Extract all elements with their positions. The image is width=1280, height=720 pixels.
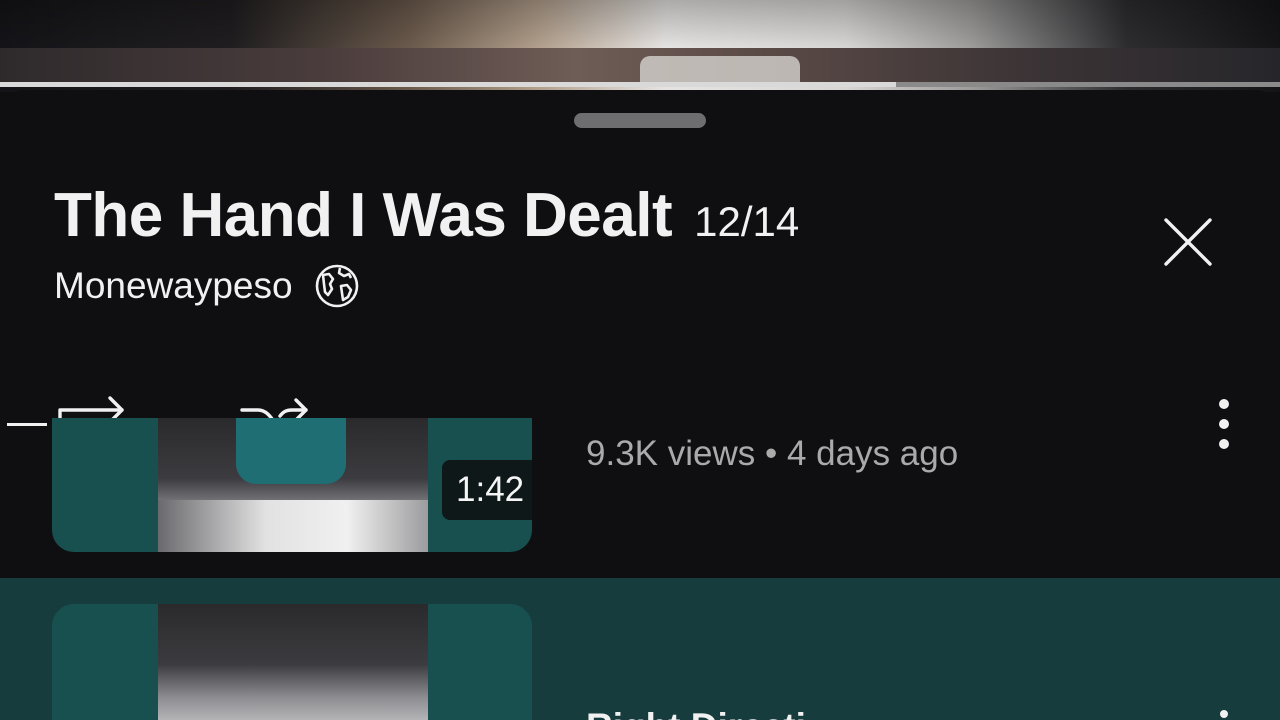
playlist-position: 12/14	[694, 198, 800, 245]
sheet-drag-handle[interactable]	[574, 113, 706, 128]
channel-name[interactable]: Monewaypeso	[54, 265, 293, 307]
thumbnail-figure	[236, 418, 346, 484]
more-vert-icon	[1220, 710, 1228, 718]
app-root: The Hand I Was Dealt 12/14 Monewaypeso 1…	[0, 0, 1280, 720]
video-progress-fill	[0, 82, 896, 87]
duration-badge: 1:42	[442, 460, 532, 520]
item-more-button[interactable]	[1212, 706, 1236, 720]
playlist-title: The Hand I Was Dealt	[54, 181, 673, 250]
playlist-item[interactable]: Right Directi	[0, 578, 1280, 720]
close-icon	[1164, 218, 1212, 266]
thumbnail-image	[158, 418, 428, 552]
globe-icon	[313, 262, 361, 310]
video-thumbnail[interactable]	[52, 604, 532, 720]
video-shade	[0, 0, 1280, 48]
thumbnail-cards	[158, 500, 428, 552]
video-title[interactable]: Right Directi	[586, 706, 806, 720]
close-button[interactable]	[1158, 212, 1218, 272]
playlist-header: The Hand I Was Dealt 12/14	[54, 180, 799, 251]
playlist-item[interactable]: 1:42 9.3K views • 4 days ago	[0, 418, 1280, 568]
video-meta: 9.3K views • 4 days ago	[586, 434, 959, 473]
channel-row: Monewaypeso	[54, 262, 361, 310]
thumbnail-image	[158, 604, 428, 720]
video-thumbnail[interactable]: 1:42	[52, 418, 532, 552]
video-player[interactable]	[0, 0, 1280, 92]
video-progress-bar[interactable]	[0, 82, 1280, 87]
